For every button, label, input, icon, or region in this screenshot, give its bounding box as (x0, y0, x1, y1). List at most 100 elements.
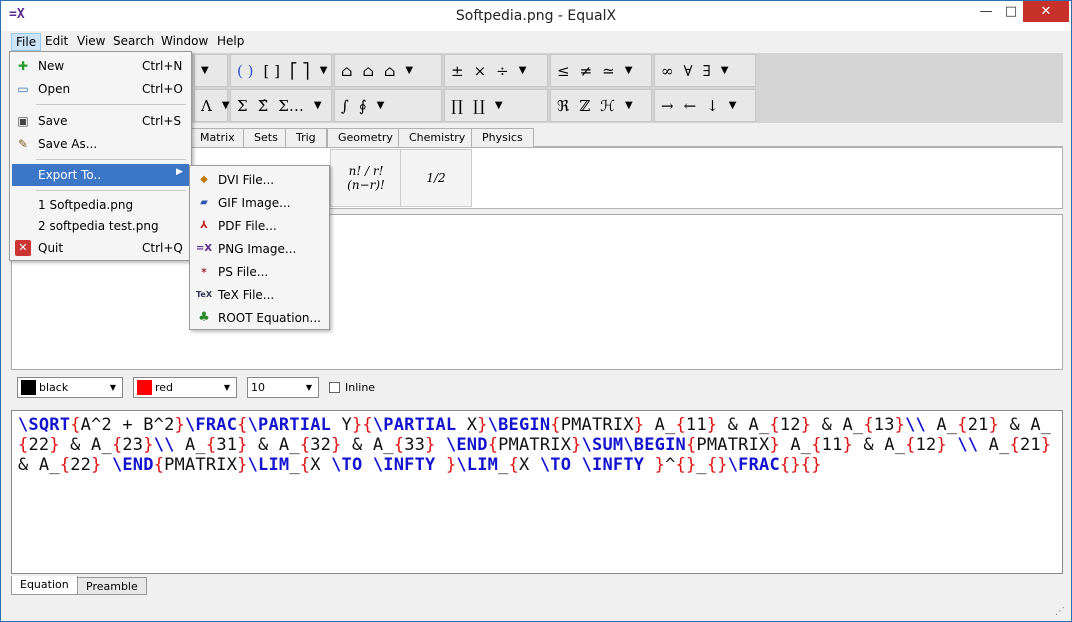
sum-button[interactable]: Σ (237, 97, 248, 115)
menu-item-save-as[interactable]: ✎ Save As... (12, 133, 189, 155)
chevron-down-icon[interactable]: ▼ (320, 65, 328, 76)
title-bar: =X Softpedia.png - EqualX — □ ✕ (1, 1, 1071, 31)
chevron-down-icon[interactable]: ▼ (220, 380, 234, 395)
tab-preamble[interactable]: Preamble (77, 577, 147, 595)
times-button[interactable]: × (474, 62, 487, 80)
tab-chemistry[interactable]: Chemistry (398, 128, 477, 147)
toolbar-group-greek: Λ ▼ (194, 89, 230, 122)
binomial-template-button[interactable]: n! / r!(n−r)! (330, 149, 402, 207)
chevron-down-icon[interactable]: ▼ (625, 100, 633, 111)
chevron-down-icon[interactable]: ▼ (495, 100, 503, 111)
ceiling-button[interactable]: ⎡ ⎤ (290, 62, 310, 80)
chevron-down-icon[interactable]: ▼ (729, 100, 737, 111)
plus-minus-button[interactable]: ± (451, 62, 464, 80)
window-title: Softpedia.png - EqualX (455, 8, 617, 24)
menu-search[interactable]: Search (109, 33, 158, 51)
png-icon: =X (196, 243, 213, 254)
chevron-down-icon[interactable]: ▼ (405, 65, 413, 76)
toolbar-group-sums: Σ Σ̂ Σ… ▼ (230, 89, 332, 122)
similar-button[interactable]: ≃ (602, 62, 615, 80)
text-color-swatch (21, 380, 36, 395)
resize-grip-icon[interactable]: ⋰ (1055, 606, 1065, 617)
accent-hat-button[interactable]: ⌂ (341, 62, 352, 80)
tab-equation[interactable]: Equation (11, 576, 78, 595)
export-gif[interactable]: ▰ GIF Image... (192, 192, 327, 214)
chevron-down-icon[interactable]: ▼ (377, 100, 385, 111)
tab-sets[interactable]: Sets (243, 128, 289, 147)
export-submenu: ◆ DVI File... ▰ GIF Image... ⅄ PDF File.… (189, 165, 330, 330)
menu-file[interactable]: File (11, 33, 42, 51)
not-equal-button[interactable]: ≠ (580, 62, 593, 80)
fraction-template-button[interactable]: 1/2 (400, 149, 472, 207)
menu-view[interactable]: View (73, 33, 109, 51)
integers-button[interactable]: ℤ (579, 97, 590, 115)
menu-item-quit[interactable]: ✕ Quit Ctrl+Q (12, 237, 189, 259)
export-dvi[interactable]: ◆ DVI File... (192, 169, 327, 191)
export-root[interactable]: ♣ ROOT Equation... (192, 307, 327, 329)
export-tex[interactable]: TeX TeX File... (192, 284, 327, 306)
chevron-down-icon[interactable]: ▼ (106, 380, 120, 395)
chevron-down-icon[interactable]: ▼ (721, 65, 729, 76)
inline-checkbox[interactable] (329, 382, 340, 393)
menu-item-open[interactable]: ▭ Open Ctrl+O (12, 78, 189, 100)
tab-matrix[interactable]: Matrix (189, 128, 246, 147)
accent-dot-button[interactable]: ⌂ (384, 62, 395, 80)
gif-icon: ▰ (200, 197, 208, 208)
less-equal-button[interactable]: ≤ (557, 62, 570, 80)
background-color-select[interactable]: red ▼ (133, 377, 237, 398)
chevron-down-icon[interactable]: ▼ (222, 100, 230, 111)
real-part-button[interactable]: ℜ (557, 97, 569, 115)
menu-window[interactable]: Window (157, 33, 212, 51)
square-brackets-button[interactable]: [ ] (263, 62, 279, 80)
menu-item-recent-2[interactable]: 2 softpedia test.png (12, 215, 189, 237)
chevron-down-icon[interactable]: ▼ (314, 100, 322, 111)
export-ps[interactable]: ✶ PS File... (192, 261, 327, 283)
down-arrow-button[interactable]: ↓ (706, 97, 719, 115)
root-tree-icon: ♣ (198, 310, 210, 325)
menu-item-save[interactable]: ▣ Save Ctrl+S (12, 110, 189, 132)
close-button[interactable]: ✕ (1023, 1, 1069, 22)
quit-icon: ✕ (15, 240, 31, 256)
font-size-select[interactable]: 10 ▼ (247, 377, 319, 398)
parentheses-button[interactable]: ( ) (237, 62, 253, 80)
text-color-select[interactable]: black ▼ (17, 377, 123, 398)
menu-separator (36, 104, 186, 105)
right-arrow-button[interactable]: → (661, 97, 674, 115)
menu-item-new[interactable]: ✚ New Ctrl+N (12, 55, 189, 77)
equation-editor[interactable]: \SQRT{A^2 + B^2}\FRAC{\PARTIAL Y}{\PARTI… (11, 410, 1063, 574)
toolbar-group-products: ∏ ∐ ▼ (444, 89, 548, 122)
divide-button[interactable]: ÷ (496, 62, 509, 80)
sum-limits-button[interactable]: Σ̂ (258, 97, 269, 115)
export-pdf[interactable]: ⅄ PDF File... (192, 215, 327, 237)
contour-integral-button[interactable]: ∮ (359, 97, 367, 115)
chevron-down-icon[interactable]: ▼ (519, 65, 527, 76)
menu-item-recent-1[interactable]: 1 Softpedia.png (12, 194, 189, 216)
toolbar-group-operators: ± × ÷ ▼ (444, 54, 548, 87)
exists-button[interactable]: ∃ (703, 62, 711, 80)
for-all-button[interactable]: ∀ (684, 62, 693, 80)
chevron-down-icon[interactable]: ▼ (302, 380, 316, 395)
hamiltonian-button[interactable]: ℋ (600, 97, 615, 115)
accent-tilde-button[interactable]: ⌂ (362, 62, 373, 80)
menu-item-export[interactable]: Export To.. ▶ (12, 164, 189, 186)
tab-physics[interactable]: Physics (471, 128, 534, 147)
menu-help[interactable]: Help (213, 33, 248, 51)
lambda-button[interactable]: Λ (201, 97, 212, 115)
sum-dots-button[interactable]: Σ… (278, 97, 304, 115)
infinity-button[interactable]: ∞ (661, 62, 674, 80)
coproduct-button[interactable]: ∐ (473, 97, 485, 115)
chevron-down-icon[interactable]: ▼ (201, 65, 209, 76)
status-bar: ⋰ (1, 599, 1071, 621)
export-png[interactable]: =X PNG Image... (192, 238, 327, 260)
tab-trig[interactable]: Trig (285, 128, 327, 147)
minimize-button[interactable]: — (973, 1, 999, 22)
product-button[interactable]: ∏ (451, 97, 463, 115)
chevron-down-icon[interactable]: ▼ (625, 65, 633, 76)
left-arrow-button[interactable]: ← (684, 97, 697, 115)
toolbar-group-hidden-1[interactable]: ▼ (194, 54, 228, 87)
tab-geometry[interactable]: Geometry (327, 128, 404, 147)
integral-button[interactable]: ∫ (341, 97, 349, 115)
maximize-button[interactable]: □ (999, 1, 1023, 22)
menu-edit[interactable]: Edit (41, 33, 72, 51)
toolbar-group-logic: ∞ ∀ ∃ ▼ (654, 54, 756, 87)
